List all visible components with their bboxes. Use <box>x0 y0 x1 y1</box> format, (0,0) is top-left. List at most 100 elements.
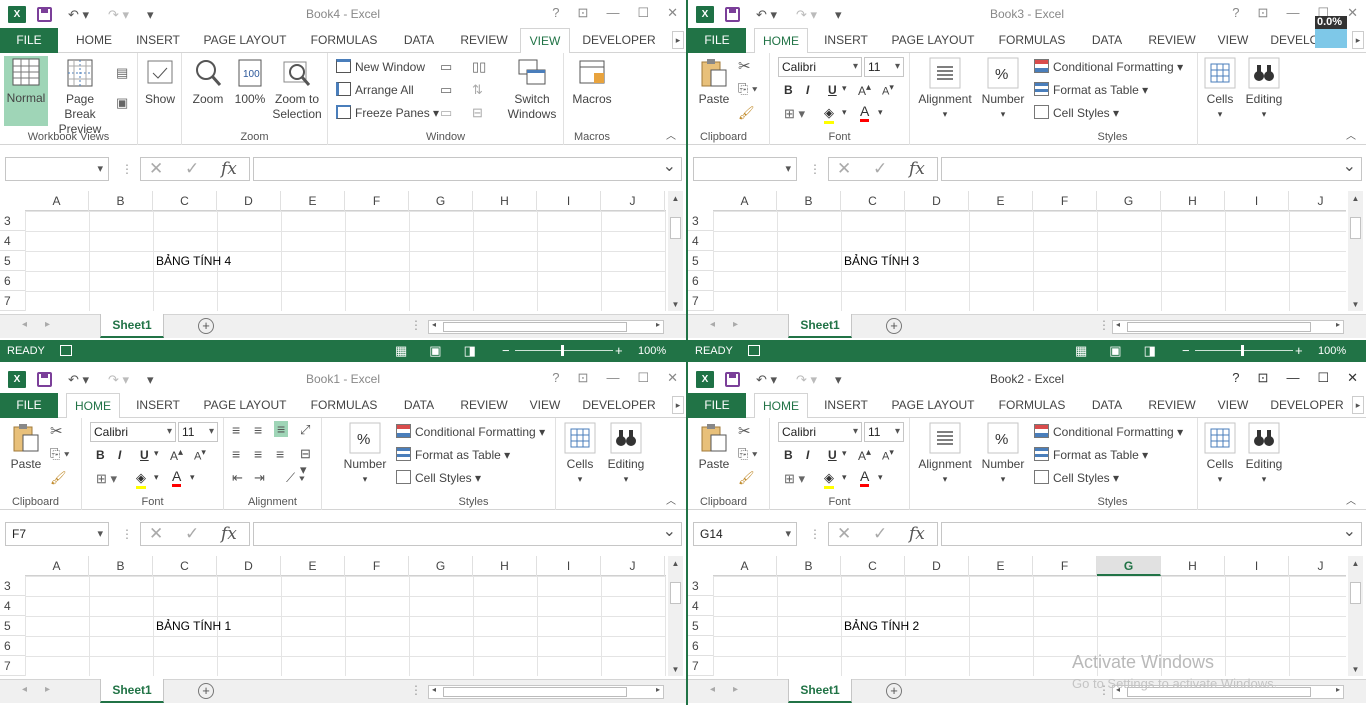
scroll-thumb[interactable] <box>1350 582 1361 604</box>
paste-button[interactable]: Paste <box>694 57 734 107</box>
tab-scroll-right-icon[interactable]: ▸ <box>1352 396 1364 414</box>
decrease-indent-icon[interactable]: ⇤ <box>232 470 243 486</box>
switch-windows-button[interactable]: Switch Windows <box>504 57 560 122</box>
cell-area[interactable]: BẢNG TÍNH 1 <box>25 576 666 676</box>
editing-button[interactable]: Editing ▾ <box>1242 57 1286 122</box>
new-sheet-icon[interactable]: + <box>886 318 902 334</box>
conditional-formatting-button[interactable]: Conditional Formatting ▾ <box>1034 424 1183 440</box>
tab-home[interactable]: HOME <box>754 28 808 54</box>
orientation-icon[interactable]: ⤢ <box>300 422 310 438</box>
font-color-icon[interactable]: A <box>172 469 182 487</box>
tab-scroll-right-icon[interactable]: ▸ <box>672 31 684 49</box>
cells-button[interactable]: Cells ▾ <box>1202 422 1238 487</box>
zoom-slider[interactable] <box>515 350 613 351</box>
column-header[interactable]: A <box>713 191 777 211</box>
cancel-icon[interactable]: ✕ <box>149 524 163 544</box>
cell-c5[interactable]: BẢNG TÍNH 1 <box>156 619 231 633</box>
normal-view-button[interactable]: Normal <box>4 56 48 126</box>
close-icon[interactable]: ✕ <box>1347 370 1358 386</box>
cut-icon[interactable]: ✂ <box>50 422 63 440</box>
tab-page-layout[interactable]: PAGE LAYOUT <box>888 393 978 418</box>
hide-icon[interactable]: ▭ <box>440 82 452 98</box>
tab-view[interactable]: VIEW <box>1208 393 1258 418</box>
row-header[interactable]: 7 <box>0 291 25 311</box>
insert-function-icon[interactable]: fx <box>221 159 237 179</box>
column-header[interactable]: J <box>1289 191 1353 211</box>
formula-input[interactable] <box>941 521 1362 546</box>
horizontal-scrollbar[interactable]: ◂ ▸ <box>428 685 664 699</box>
tab-page-layout[interactable]: PAGE LAYOUT <box>200 393 290 418</box>
scroll-right-icon[interactable]: ▸ <box>1336 320 1340 329</box>
ribbon-display-icon[interactable]: ⊡ <box>578 370 589 386</box>
tab-insert[interactable]: INSERT <box>132 393 184 418</box>
tab-data[interactable]: DATA <box>396 28 442 53</box>
tab-file[interactable]: FILE <box>688 28 746 53</box>
arrange-all-button[interactable]: Arrange All <box>336 82 414 98</box>
page-break-status-icon[interactable]: ◨ <box>464 343 476 359</box>
row-header[interactable]: 4 <box>688 596 713 616</box>
maximize-icon[interactable]: ☐ <box>1317 370 1329 386</box>
font-color-dropdown-icon[interactable]: ▾ <box>190 472 195 483</box>
font-name-combo[interactable]: Calibri <box>90 422 176 442</box>
row-header[interactable]: 3 <box>0 576 25 596</box>
column-header[interactable]: J <box>601 191 665 211</box>
column-header[interactable]: C <box>841 556 905 576</box>
grow-font-icon[interactable]: A▴ <box>170 447 183 463</box>
collapse-ribbon-icon[interactable]: ︿ <box>666 127 676 142</box>
zoom-in-icon[interactable]: + <box>1295 343 1303 358</box>
fill-color-icon[interactable]: ◈ <box>824 105 834 124</box>
tab-insert[interactable]: INSERT <box>820 28 872 53</box>
middle-align-icon[interactable]: ≡ <box>254 422 262 438</box>
cell-area[interactable]: BẢNG TÍNH 4 <box>25 211 666 311</box>
column-header[interactable]: J <box>601 556 665 576</box>
borders-icon[interactable]: ⊞ ▾ <box>784 106 805 122</box>
tab-file[interactable]: FILE <box>0 393 58 418</box>
tab-scroll-right-icon[interactable]: ▸ <box>1352 31 1364 49</box>
column-header[interactable]: H <box>473 191 537 211</box>
column-header[interactable]: G <box>1097 191 1161 211</box>
scroll-right-icon[interactable]: ▸ <box>656 320 660 329</box>
zoom-slider-knob[interactable] <box>561 345 564 356</box>
tab-file[interactable]: FILE <box>688 393 746 418</box>
scroll-right-icon[interactable]: ▸ <box>656 685 660 694</box>
cancel-icon[interactable]: ✕ <box>149 159 163 179</box>
tab-insert[interactable]: INSERT <box>132 28 184 53</box>
maximize-icon[interactable]: ☐ <box>637 5 649 21</box>
format-as-table-button[interactable]: Format as Table ▾ <box>396 447 510 463</box>
page-layout-view-icon[interactable]: ▤ <box>116 65 128 81</box>
shrink-font-icon[interactable]: A▾ <box>882 447 894 463</box>
vertical-scrollbar[interactable]: ▲ ▼ <box>668 191 683 311</box>
format-painter-icon[interactable]: 🖌 <box>50 470 67 486</box>
column-header[interactable]: B <box>89 191 153 211</box>
insert-function-icon[interactable]: fx <box>909 524 925 544</box>
zoom-to-selection-button[interactable]: Zoom to Selection <box>270 57 324 122</box>
column-header[interactable]: I <box>537 556 601 576</box>
row-header[interactable]: 7 <box>688 291 713 311</box>
tab-home[interactable]: HOME <box>754 393 808 419</box>
row-header[interactable]: 6 <box>0 636 25 656</box>
column-header[interactable]: F <box>1033 191 1097 211</box>
tab-file[interactable]: FILE <box>0 28 58 53</box>
underline-button[interactable]: U <box>828 83 837 97</box>
custom-views-icon[interactable]: ▣ <box>116 95 128 111</box>
underline-button[interactable]: U <box>140 448 149 462</box>
paste-button[interactable]: Paste <box>694 422 734 472</box>
column-header[interactable]: E <box>969 556 1033 576</box>
orientation-text-icon[interactable]: ⟋ ▾ <box>286 470 305 486</box>
column-header[interactable]: J <box>1289 556 1353 576</box>
column-header[interactable]: C <box>153 556 217 576</box>
cancel-icon[interactable]: ✕ <box>837 524 851 544</box>
minimize-icon[interactable]: — <box>606 370 619 386</box>
normal-view-status-icon[interactable]: ▦ <box>1075 343 1087 359</box>
column-header[interactable]: I <box>1225 191 1289 211</box>
macro-record-icon[interactable] <box>60 345 72 356</box>
scroll-thumb[interactable] <box>670 582 681 604</box>
tab-home[interactable]: HOME <box>66 393 120 419</box>
bold-button[interactable]: B <box>784 83 793 97</box>
name-box[interactable]: F7 <box>5 522 109 546</box>
italic-button[interactable]: I <box>806 448 809 462</box>
scroll-thumb[interactable] <box>1350 217 1361 239</box>
conditional-formatting-button[interactable]: Conditional Formatting ▾ <box>1034 59 1183 75</box>
column-header[interactable]: I <box>1225 556 1289 576</box>
new-sheet-icon[interactable]: + <box>198 683 214 699</box>
